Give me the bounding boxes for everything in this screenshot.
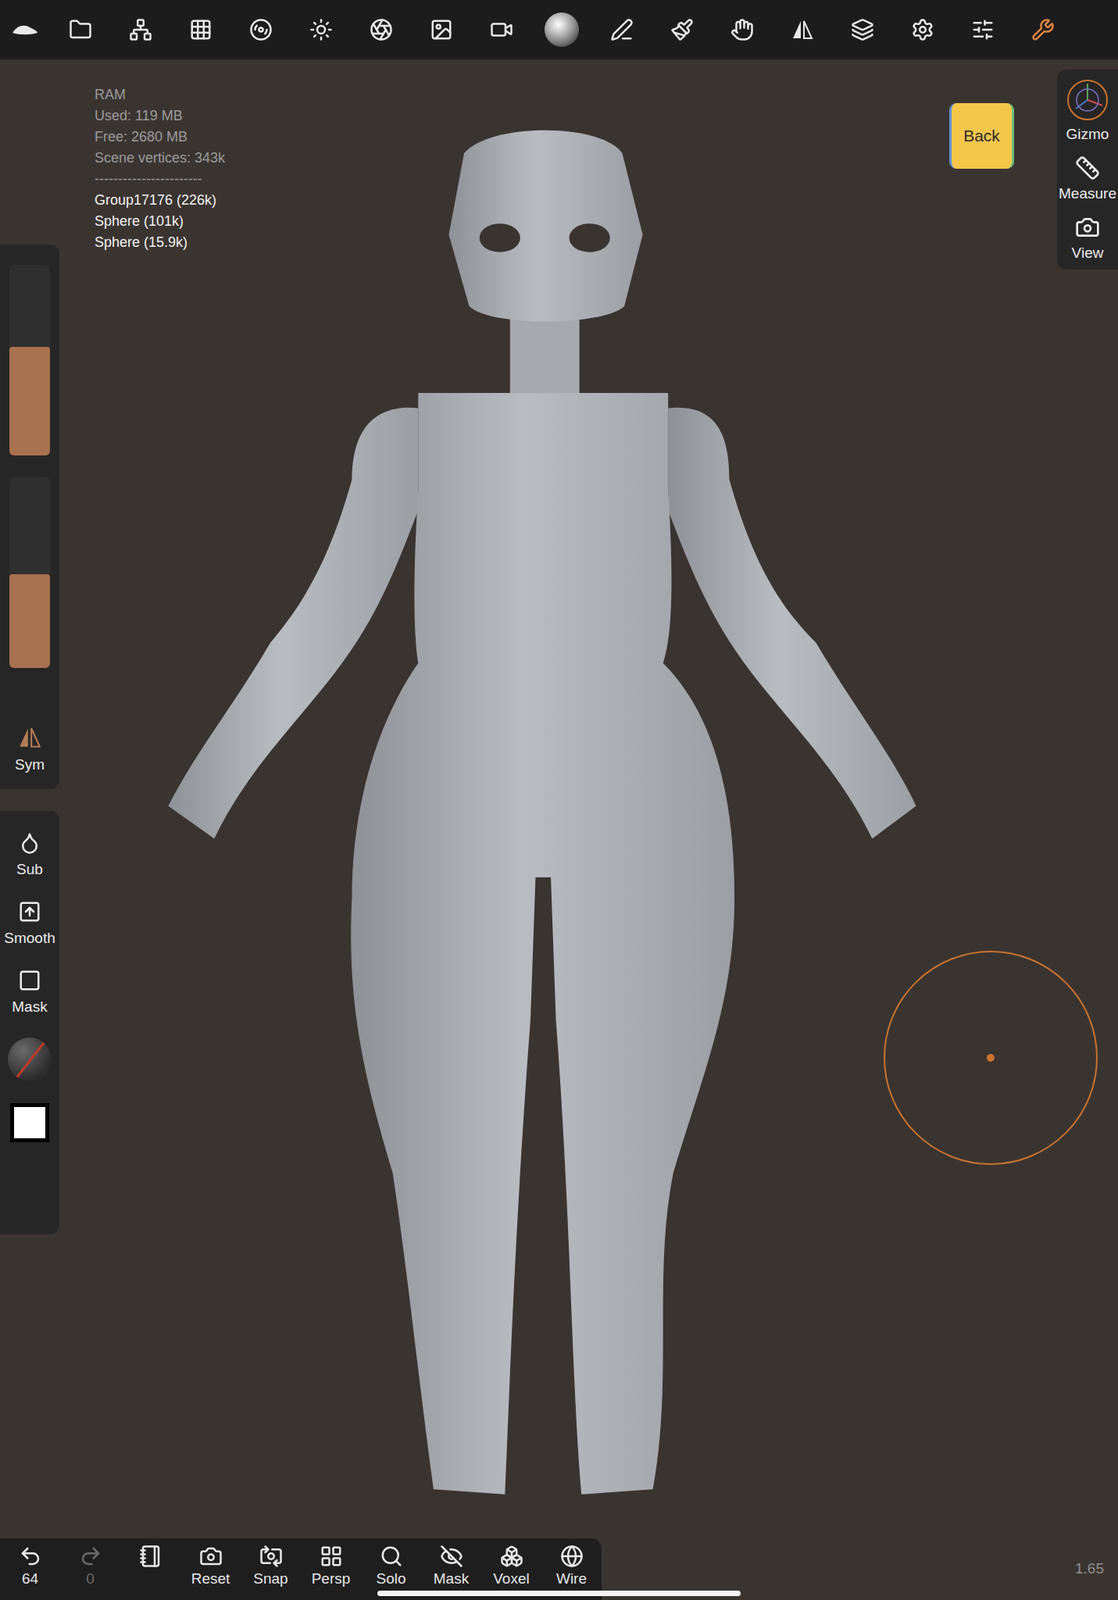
left-tool-button[interactable]: Smooth bbox=[3, 900, 55, 947]
toolbar-button[interactable] bbox=[350, 0, 411, 60]
bottom-button[interactable]: Reset bbox=[180, 1538, 241, 1600]
toolbar-button[interactable] bbox=[832, 0, 893, 60]
stats-line: Free: 2680 MB bbox=[94, 126, 226, 148]
folder-icon[interactable] bbox=[68, 17, 93, 42]
toolbar-button[interactable] bbox=[230, 0, 291, 60]
settings-icon[interactable] bbox=[910, 17, 935, 42]
brush-cursor bbox=[883, 950, 1098, 1165]
toolbar-button[interactable] bbox=[410, 0, 472, 60]
right-panel-item[interactable]: View bbox=[1071, 214, 1104, 262]
notebook-icon[interactable] bbox=[139, 1544, 163, 1569]
toolbar-button[interactable] bbox=[170, 0, 231, 60]
toolbar-button[interactable] bbox=[711, 0, 772, 60]
toolbar-button[interactable] bbox=[531, 0, 592, 60]
symmetry-icon[interactable] bbox=[790, 17, 815, 42]
back-button[interactable]: Back bbox=[949, 103, 1015, 169]
material-ball-icon[interactable] bbox=[542, 10, 581, 49]
gizmo-icon[interactable] bbox=[1066, 78, 1109, 122]
color-swatch[interactable] bbox=[10, 1103, 50, 1143]
toolbar-button[interactable] bbox=[1012, 0, 1073, 60]
top-toolbar bbox=[0, 0, 1118, 60]
eye-off-icon[interactable] bbox=[439, 1544, 464, 1569]
bottom-bar: 640ResetSnapPerspSoloMaskVoxelWire1.65 bbox=[0, 1538, 1118, 1600]
left-panels: Sym Sub Smooth Mask bbox=[0, 244, 60, 1235]
toolbar-button[interactable] bbox=[952, 0, 1013, 60]
right-panel: Gizmo Measure View bbox=[1057, 69, 1118, 270]
mask-icon[interactable] bbox=[17, 968, 42, 993]
toolbar-button[interactable] bbox=[651, 0, 712, 60]
tool-panel: Sub Smooth Mask bbox=[0, 810, 60, 1235]
left-tool-button[interactable]: Sub bbox=[16, 831, 43, 879]
symmetry-icon[interactable] bbox=[17, 725, 43, 751]
toolbar-button[interactable] bbox=[50, 0, 111, 60]
sym-button[interactable]: Sym bbox=[14, 725, 45, 774]
nomad-app: RAMUsed: 119 MBFree: 2680 MBScene vertic… bbox=[0, 0, 1118, 1600]
toolbar-button[interactable] bbox=[591, 0, 652, 60]
camera-icon[interactable] bbox=[1075, 214, 1101, 240]
toolbar-button[interactable] bbox=[290, 0, 351, 60]
hand-icon[interactable] bbox=[730, 17, 754, 42]
light-icon[interactable] bbox=[309, 17, 333, 42]
matcap-ball[interactable] bbox=[7, 1037, 52, 1082]
slider-fill bbox=[9, 346, 51, 456]
object-line: Group17176 (226k) bbox=[94, 189, 226, 211]
toolbar-button[interactable] bbox=[110, 0, 171, 60]
smooth-icon[interactable] bbox=[17, 900, 42, 924]
viewport[interactable]: RAMUsed: 119 MBFree: 2680 MBScene vertic… bbox=[0, 59, 1118, 1539]
reset-camera-icon[interactable] bbox=[199, 1544, 223, 1569]
zoom-level: 1.65 bbox=[1075, 1560, 1104, 1578]
snap-icon[interactable] bbox=[259, 1544, 283, 1569]
scene-tree-icon[interactable] bbox=[128, 17, 153, 42]
toolbar-button[interactable] bbox=[892, 0, 953, 60]
stats-title: RAM bbox=[94, 84, 226, 106]
right-panel-item[interactable]: Gizmo bbox=[1066, 78, 1110, 143]
toolbar-button[interactable] bbox=[10, 0, 51, 60]
bottom-button[interactable]: Snap bbox=[240, 1538, 301, 1600]
logo-icon[interactable] bbox=[10, 21, 40, 38]
stats-overlay: RAMUsed: 119 MBFree: 2680 MBScene vertic… bbox=[94, 84, 226, 254]
object-line: Sphere (15.9k) bbox=[94, 232, 226, 254]
camera-lens-icon[interactable] bbox=[369, 17, 393, 42]
bottom-button[interactable]: 0 bbox=[60, 1538, 121, 1600]
wire-icon[interactable] bbox=[560, 1544, 584, 1569]
paint-icon[interactable] bbox=[670, 17, 694, 42]
vertical-slider[interactable] bbox=[9, 264, 51, 456]
bottom-button[interactable]: Persp bbox=[300, 1538, 361, 1600]
vertical-slider[interactable] bbox=[9, 477, 51, 668]
sliders-icon[interactable] bbox=[971, 17, 995, 42]
tools-icon[interactable] bbox=[1031, 17, 1055, 42]
video-icon[interactable] bbox=[489, 17, 514, 42]
left-tool-button[interactable]: Mask bbox=[11, 968, 47, 1016]
search-icon[interactable] bbox=[379, 1544, 404, 1569]
ruler-icon[interactable] bbox=[1075, 155, 1101, 181]
home-indicator bbox=[377, 1590, 741, 1597]
pattern-icon[interactable] bbox=[249, 17, 273, 42]
object-line: Sphere (101k) bbox=[94, 210, 226, 233]
right-panel-item[interactable]: Measure bbox=[1058, 155, 1117, 203]
stats-separator: ----------------------- bbox=[94, 168, 226, 190]
bottom-button[interactable]: 64 bbox=[0, 1538, 61, 1600]
background-image-icon[interactable] bbox=[429, 17, 454, 42]
undo-icon[interactable] bbox=[18, 1544, 43, 1569]
layers-icon[interactable] bbox=[850, 17, 875, 42]
brush-center-dot bbox=[986, 1053, 995, 1062]
slider-fill bbox=[9, 574, 51, 668]
bottom-button[interactable] bbox=[120, 1538, 181, 1600]
droplet-icon[interactable] bbox=[17, 831, 42, 855]
stats-line: Scene vertices: 343k bbox=[94, 147, 226, 169]
sculpt-figure[interactable] bbox=[0, 59, 1118, 1539]
topology-icon[interactable] bbox=[189, 17, 213, 42]
perspective-icon[interactable] bbox=[319, 1544, 343, 1569]
voxel-icon[interactable] bbox=[500, 1544, 524, 1569]
stats-line: Used: 119 MB bbox=[94, 105, 226, 127]
toolbar-button[interactable] bbox=[471, 0, 532, 60]
stroke-icon[interactable] bbox=[610, 17, 634, 42]
toolbar-button[interactable] bbox=[771, 0, 833, 60]
redo-icon[interactable] bbox=[78, 1544, 103, 1569]
slider-panel: Sym bbox=[0, 244, 60, 790]
